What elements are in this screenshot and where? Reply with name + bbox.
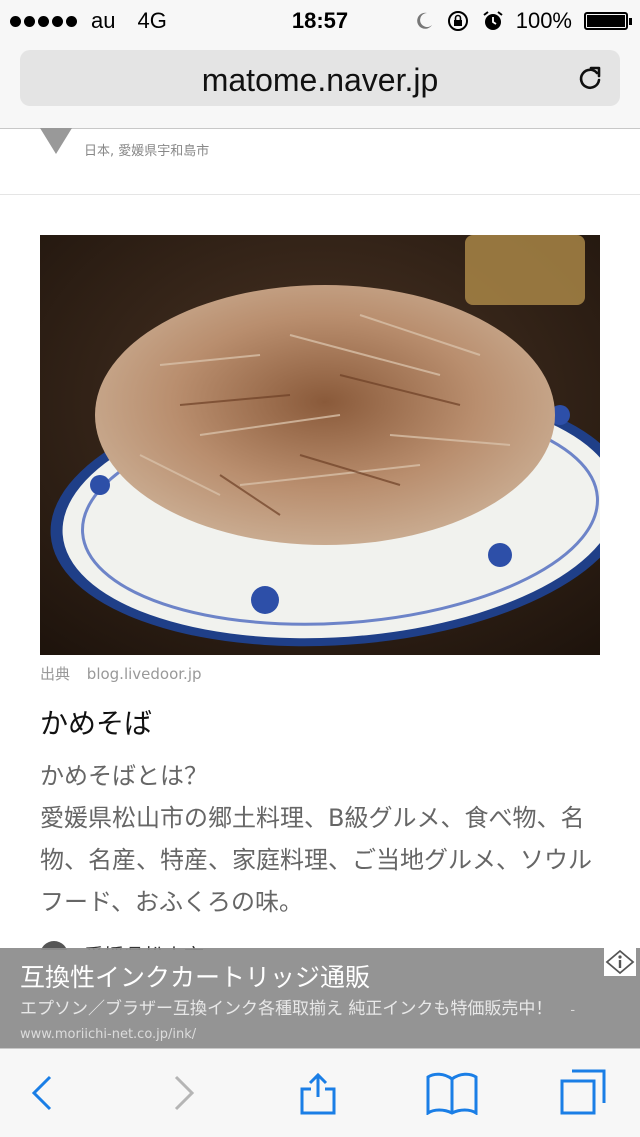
- ad-description: エプソン／ブラザー互換インク各種取揃え 純正インクも特価販売中！ - www.mo…: [20, 998, 620, 1046]
- address-bar-area: matome.naver.jp: [0, 40, 640, 129]
- status-right: 100%: [414, 8, 632, 34]
- location-row[interactable]: 日本, 愛媛県宇和島市: [0, 128, 640, 195]
- photo-source: 出典 blog.livedoor.jp: [40, 663, 202, 684]
- rotation-lock-icon: [447, 11, 468, 31]
- ad-title[interactable]: 互換性インクカートリッジ通販: [20, 958, 370, 994]
- food-photo-image: [40, 235, 600, 655]
- description-text: かめそばとは？ 愛媛県松山市の郷土料理、B級グルメ、食べ物、名物、名産、特産、家…: [40, 762, 592, 916]
- source-link[interactable]: blog.livedoor.jp: [87, 665, 202, 683]
- address-bar[interactable]: matome.naver.jp: [20, 50, 620, 106]
- forward-arrow-icon[interactable]: [160, 1071, 204, 1115]
- url-text[interactable]: matome.naver.jp: [20, 62, 620, 99]
- ad-description-text: エプソン／ブラザー互換インク各種取揃え 純正インクも特価販売中！: [20, 999, 553, 1019]
- tabs-icon[interactable]: [558, 1067, 608, 1117]
- ad-info-button[interactable]: [604, 948, 636, 976]
- reload-icon[interactable]: [576, 64, 604, 92]
- battery-icon: [584, 12, 632, 30]
- do-not-disturb-icon: [416, 12, 432, 29]
- alarm-icon: [483, 11, 503, 30]
- status-bar: au 4G 18:57 100%: [0, 0, 640, 40]
- back-arrow-icon[interactable]: [22, 1071, 66, 1115]
- bottom-toolbar: [0, 1048, 640, 1137]
- ad-banner[interactable]: 互換性インクカートリッジ通販 エプソン／ブラザー互換インク各種取揃え 純正インク…: [0, 948, 640, 1048]
- location-text: 日本, 愛媛県宇和島市: [84, 144, 210, 159]
- item-description: かめそばとは？ 愛媛県松山市の郷土料理、B級グルメ、食べ物、名物、名産、特産、家…: [40, 755, 600, 923]
- info-icon: [605, 949, 635, 975]
- bookmarks-icon[interactable]: [426, 1071, 478, 1115]
- source-label: 出典: [40, 665, 71, 683]
- location-pin-icon: [40, 128, 72, 154]
- item-title: かめそば: [40, 707, 153, 740]
- share-icon[interactable]: [296, 1071, 340, 1115]
- battery-percent: 100%: [515, 8, 572, 33]
- food-photo[interactable]: [40, 235, 600, 655]
